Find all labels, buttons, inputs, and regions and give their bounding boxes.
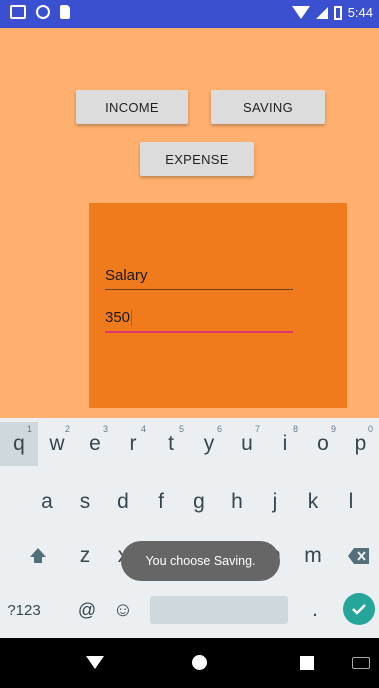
key-k[interactable]: k xyxy=(294,480,332,524)
at-key[interactable]: @ xyxy=(70,588,104,632)
category-underline xyxy=(105,289,293,290)
backspace-key[interactable] xyxy=(340,534,378,578)
category-field[interactable]: Salary xyxy=(105,267,293,291)
done-key[interactable] xyxy=(343,593,375,625)
expense-button[interactable]: EXPENSE xyxy=(140,142,254,176)
amount-field[interactable]: 350 xyxy=(105,309,293,333)
wifi-icon xyxy=(291,6,310,19)
key-z[interactable]: z xyxy=(66,534,104,578)
symbols-key[interactable]: ?123 xyxy=(4,588,44,632)
key-m[interactable]: m xyxy=(294,534,332,578)
key-u[interactable]: u7 xyxy=(228,422,266,466)
key-g[interactable]: g xyxy=(180,480,218,524)
backspace-icon xyxy=(348,548,369,564)
category-value: Salary xyxy=(105,267,148,284)
battery-icon xyxy=(333,5,342,20)
amount-value: 350 xyxy=(105,309,131,326)
key-f[interactable]: f xyxy=(142,480,180,524)
key-o[interactable]: o9 xyxy=(304,422,342,466)
checkmark-icon xyxy=(352,604,366,615)
emoji-key[interactable]: ☺ xyxy=(106,588,140,632)
status-bar: 5:44 xyxy=(0,0,379,28)
key-e[interactable]: e3 xyxy=(76,422,114,466)
keyboard-row-1: q1 w2 e3 r4 t5 y6 u7 i8 o9 p0 xyxy=(0,422,379,466)
key-s[interactable]: s xyxy=(66,480,104,524)
sd-card-icon xyxy=(60,5,70,19)
shift-key[interactable] xyxy=(18,534,58,578)
key-y[interactable]: y6 xyxy=(190,422,228,466)
key-q[interactable]: q1 xyxy=(0,422,38,466)
shift-icon xyxy=(30,548,46,563)
keyboard-switch-icon[interactable] xyxy=(352,657,370,669)
key-r[interactable]: r4 xyxy=(114,422,152,466)
keyboard-row-2: a s d f g h j k l xyxy=(0,480,379,520)
key-i[interactable]: i8 xyxy=(266,422,304,466)
sync-notification-icon xyxy=(36,5,50,19)
key-a[interactable]: a xyxy=(28,480,66,524)
signal-icon xyxy=(315,6,328,19)
amount-underline xyxy=(105,331,293,333)
home-icon[interactable] xyxy=(192,655,207,670)
saving-button[interactable]: SAVING xyxy=(211,90,325,124)
key-d[interactable]: d xyxy=(104,480,142,524)
recents-icon[interactable] xyxy=(300,656,314,670)
soft-keyboard: q1 w2 e3 r4 t5 y6 u7 i8 o9 p0 a s d f g … xyxy=(0,418,379,638)
key-j[interactable]: j xyxy=(256,480,294,524)
text-cursor xyxy=(131,310,133,327)
toast-message: You choose Saving. xyxy=(121,541,280,581)
space-key[interactable] xyxy=(150,596,288,624)
status-time: 5:44 xyxy=(347,5,373,20)
back-icon[interactable] xyxy=(86,656,104,669)
entry-panel: Salary 350 xyxy=(89,203,347,408)
gmail-notification-icon xyxy=(10,5,26,19)
key-h[interactable]: h xyxy=(218,480,256,524)
key-t[interactable]: t5 xyxy=(152,422,190,466)
key-p[interactable]: p0 xyxy=(342,422,379,466)
key-l[interactable]: l xyxy=(332,480,370,524)
navigation-bar xyxy=(0,638,379,688)
income-button[interactable]: INCOME xyxy=(76,90,188,124)
key-w[interactable]: w2 xyxy=(38,422,76,466)
period-key[interactable]: . xyxy=(298,588,332,632)
